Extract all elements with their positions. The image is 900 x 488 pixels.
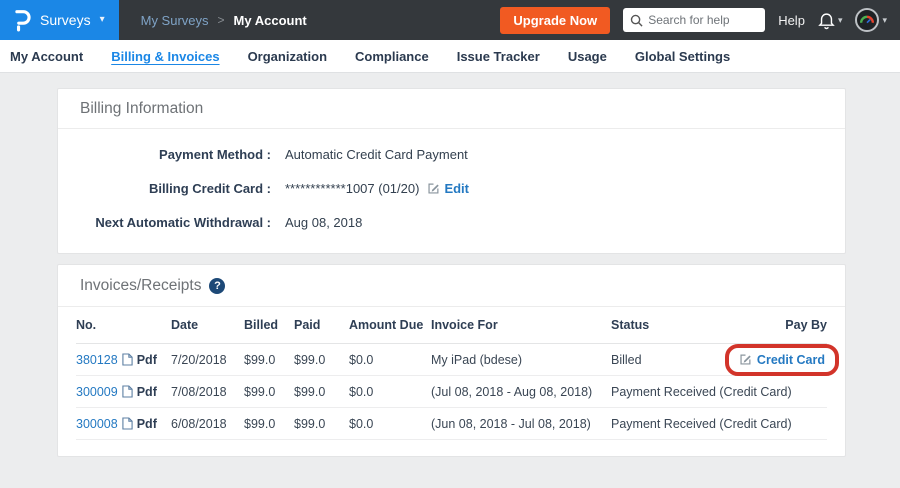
pdf-link[interactable]: Pdf [137,385,157,399]
avatar [855,8,879,32]
col-paid: Paid [294,318,349,332]
search-input[interactable] [648,13,758,27]
invoice-billed: $99.0 [244,353,294,367]
account-menu[interactable]: ▾ [855,8,887,32]
invoice-status: Payment Received (Credit Card) [611,417,827,431]
bell-icon [818,11,835,30]
pdf-link[interactable]: Pdf [137,417,157,431]
payment-method-label: Payment Method : [58,147,271,162]
edit-icon [427,182,440,195]
invoices-card-title-text: Invoices/Receipts [80,277,201,295]
breadcrumb-current-page: My Account [234,13,307,28]
pdf-link[interactable]: Pdf [137,353,157,367]
invoice-status: Payment Received (Credit Card) [611,385,827,399]
invoice-billed: $99.0 [244,417,294,431]
tab-global-settings[interactable]: Global Settings [621,49,744,64]
pdf-file-icon [122,417,133,430]
billing-credit-card-row: Billing Credit Card : ************1007 (… [58,171,845,205]
col-invoice-for: Invoice For [431,318,611,332]
invoice-date: 6/08/2018 [171,417,244,431]
chevron-down-icon: ▾ [838,15,843,26]
edit-icon [739,353,752,366]
invoice-billed: $99.0 [244,385,294,399]
help-badge-icon[interactable]: ? [209,278,225,294]
col-date: Date [171,318,244,332]
help-search-box[interactable] [623,8,765,32]
edit-link-label: Edit [444,181,469,196]
next-withdrawal-row: Next Automatic Withdrawal : Aug 08, 2018 [58,205,845,239]
chevron-down-icon: ▾ [882,15,887,26]
top-bar: Surveys ▾ My Surveys > My Account Upgrad… [0,0,900,40]
upgrade-now-button[interactable]: Upgrade Now [500,7,610,34]
col-no: No. [76,318,171,332]
tab-issue-tracker[interactable]: Issue Tracker [443,49,554,64]
notifications-button[interactable]: ▾ [818,11,843,30]
tab-organization[interactable]: Organization [234,49,341,64]
invoice-paid: $99.0 [294,353,349,367]
invoice-row: 300008 Pdf 6/08/2018 $99.0 $99.0 $0.0 (J… [76,408,827,440]
edit-credit-card-link[interactable]: Edit [427,181,469,196]
invoice-for: (Jul 08, 2018 - Aug 08, 2018) [431,385,611,399]
invoice-table-header: No. Date Billed Paid Amount Due Invoice … [76,307,827,344]
questionpro-logo-icon [12,8,31,32]
pdf-file-icon [122,353,133,366]
payment-method-row: Payment Method : Automatic Credit Card P… [58,137,845,171]
billing-card-body: Payment Method : Automatic Credit Card P… [58,129,845,253]
invoice-paid: $99.0 [294,417,349,431]
invoice-amount-due: $0.0 [349,417,431,431]
tab-usage[interactable]: Usage [554,49,621,64]
breadcrumb-my-surveys[interactable]: My Surveys [141,13,209,28]
invoices-card-title: Invoices/Receipts ? [58,265,845,307]
invoice-row: 380128 Pdf 7/20/2018 $99.0 $99.0 $0.0 My… [76,344,827,376]
invoice-number-link[interactable]: 300008 [76,417,118,431]
col-billed: Billed [244,318,294,332]
invoice-row: 300009 Pdf 7/08/2018 $99.0 $99.0 $0.0 (J… [76,376,827,408]
breadcrumb-separator-icon: > [218,13,225,27]
invoice-date: 7/20/2018 [171,353,244,367]
col-amount-due: Amount Due [349,318,431,332]
help-link[interactable]: Help [778,13,805,28]
billing-card-title-text: Billing Information [80,100,203,118]
billing-card-title: Billing Information [58,89,845,129]
product-name: Surveys [40,12,91,28]
invoice-amount-due: $0.0 [349,353,431,367]
billing-information-card: Billing Information Payment Method : Aut… [57,88,846,254]
pay-by-link-label: Credit Card [757,353,825,367]
invoice-table: No. Date Billed Paid Amount Due Invoice … [76,307,827,440]
breadcrumb: My Surveys > My Account [141,13,307,28]
tab-compliance[interactable]: Compliance [341,49,443,64]
col-pay-by: Pay By [785,318,827,332]
next-withdrawal-value: Aug 08, 2018 [285,215,362,230]
invoice-number-link[interactable]: 380128 [76,353,118,367]
annotation-highlight-box: Credit Card [725,344,839,376]
pay-by-credit-card-link[interactable]: Credit Card [739,353,825,367]
invoice-number-link[interactable]: 300009 [76,385,118,399]
payment-method-value: Automatic Credit Card Payment [285,147,468,162]
invoice-paid: $99.0 [294,385,349,399]
account-nav-tabs: My Account Billing & Invoices Organizati… [0,40,900,73]
billing-credit-card-label: Billing Credit Card : [58,181,271,196]
tab-my-account[interactable]: My Account [10,49,97,64]
product-switcher[interactable]: Surveys ▾ [0,0,119,40]
search-icon [630,14,643,27]
invoices-receipts-card: Invoices/Receipts ? No. Date Billed Paid… [57,264,846,457]
chevron-down-icon: ▾ [100,15,105,25]
topbar-actions: Upgrade Now Help ▾ [500,7,900,34]
invoice-for: (Jun 08, 2018 - Jul 08, 2018) [431,417,611,431]
page-content: Billing Information Payment Method : Aut… [0,73,900,457]
billing-credit-card-value: ************1007 (01/20) [285,181,419,196]
invoice-amount-due: $0.0 [349,385,431,399]
next-withdrawal-label: Next Automatic Withdrawal : [58,215,271,230]
tab-billing-invoices[interactable]: Billing & Invoices [97,49,233,64]
invoice-date: 7/08/2018 [171,385,244,399]
pdf-file-icon [122,385,133,398]
invoice-for: My iPad (bdese) [431,353,611,367]
